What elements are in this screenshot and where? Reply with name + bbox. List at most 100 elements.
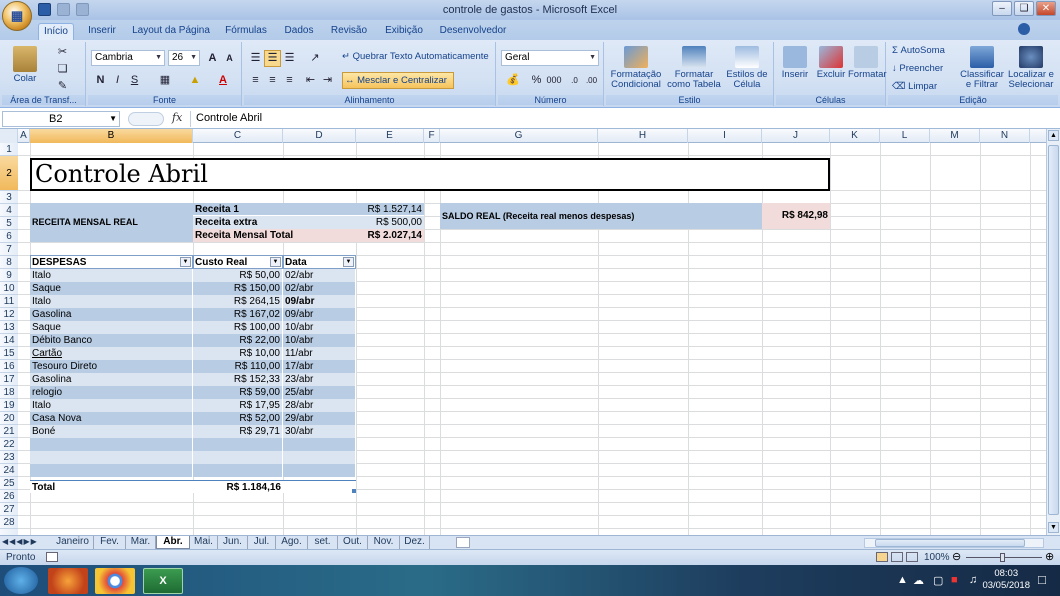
expense-name-cell[interactable]: Gasolina bbox=[30, 373, 193, 386]
borders-icon[interactable]: ▦ bbox=[154, 72, 176, 89]
expense-cost-cell[interactable]: R$ 167,02 bbox=[193, 308, 283, 321]
expense-date-cell[interactable]: 02/abr bbox=[283, 269, 356, 282]
expense-cost-cell[interactable] bbox=[193, 464, 283, 477]
office-button[interactable]: ▦ bbox=[2, 1, 32, 31]
filter-dropdown-icon[interactable]: ▼ bbox=[270, 257, 281, 267]
help-icon[interactable] bbox=[1018, 23, 1030, 35]
display-icon[interactable]: ▢ bbox=[933, 574, 943, 587]
insert-cells-button[interactable]: Inserir bbox=[778, 46, 812, 80]
row-header[interactable]: 25 bbox=[0, 477, 18, 490]
row-header[interactable]: 16 bbox=[0, 360, 18, 373]
expense-cost-cell[interactable]: R$ 17,95 bbox=[193, 399, 283, 412]
row-header[interactable]: 2 bbox=[0, 156, 18, 191]
decrease-decimal-icon[interactable]: .00 bbox=[583, 72, 600, 89]
row-header[interactable]: 10 bbox=[0, 282, 18, 295]
expense-name-cell[interactable]: Tesouro Direto bbox=[30, 360, 193, 373]
normal-view-icon[interactable] bbox=[876, 552, 888, 562]
hscroll-thumb[interactable] bbox=[875, 539, 1025, 547]
expense-date-cell[interactable] bbox=[283, 451, 356, 464]
expense-name-cell[interactable]: Italo bbox=[30, 269, 193, 282]
format-painter-icon[interactable]: ✎ bbox=[54, 78, 71, 95]
expense-cost-cell[interactable] bbox=[193, 451, 283, 464]
row-header[interactable]: 3 bbox=[0, 191, 18, 204]
expense-date-cell[interactable]: 17/abr bbox=[283, 360, 356, 373]
column-header[interactable]: J bbox=[762, 129, 830, 143]
expense-cost-cell[interactable] bbox=[193, 438, 283, 451]
sheet-tab[interactable]: Mai. bbox=[190, 536, 218, 549]
expense-date-cell[interactable]: 09/abr bbox=[283, 308, 356, 321]
expenses-header-name[interactable]: DESPESAS ▼ bbox=[30, 255, 193, 269]
column-header[interactable]: D bbox=[283, 129, 356, 143]
row-header[interactable]: 12 bbox=[0, 308, 18, 321]
expense-cost-cell[interactable]: R$ 150,00 bbox=[193, 282, 283, 295]
scroll-down-icon[interactable]: ▼ bbox=[1048, 522, 1059, 533]
expense-name-cell[interactable]: Débito Banco bbox=[30, 334, 193, 347]
taskbar-clock[interactable]: 08:03 03/05/2018 bbox=[982, 568, 1030, 592]
minimize-button[interactable]: – bbox=[992, 1, 1012, 16]
expense-name-cell[interactable]: Italo bbox=[30, 295, 193, 308]
expense-name-cell[interactable]: relogio bbox=[30, 386, 193, 399]
tab-revisao[interactable]: Revisão bbox=[326, 23, 372, 40]
row-header[interactable]: 8 bbox=[0, 256, 18, 269]
row-header[interactable]: 19 bbox=[0, 399, 18, 412]
number-format-select[interactable]: Geral ▼ bbox=[501, 50, 599, 66]
sheet-tab[interactable]: set. bbox=[308, 536, 338, 549]
tab-inicio[interactable]: Início bbox=[38, 23, 74, 40]
orientation-icon[interactable]: ↗ bbox=[304, 50, 326, 67]
sheet-nav-icon[interactable]: ◀◀◀▶▶ bbox=[2, 537, 38, 546]
shrink-font-icon[interactable]: A bbox=[221, 50, 238, 67]
grow-font-icon[interactable]: A bbox=[204, 50, 221, 67]
increase-decimal-icon[interactable]: .0 bbox=[566, 72, 583, 89]
expense-date-cell[interactable]: 02/abr bbox=[283, 282, 356, 295]
expense-name-cell[interactable] bbox=[30, 464, 193, 477]
row-header[interactable]: 13 bbox=[0, 321, 18, 334]
column-header[interactable]: G bbox=[440, 129, 598, 143]
expenses-header-date[interactable]: Data ▼ bbox=[283, 255, 356, 269]
onedrive-icon[interactable]: ☁ bbox=[913, 574, 924, 587]
volume-icon[interactable]: ♫ bbox=[969, 574, 977, 586]
align-top-icon[interactable]: ☰ bbox=[247, 50, 264, 67]
expense-date-cell[interactable]: 29/abr bbox=[283, 412, 356, 425]
expense-name-cell[interactable]: Cartão bbox=[30, 347, 193, 360]
balance-label-cell[interactable]: SALDO REAL (Receita real menos despesas) bbox=[440, 203, 762, 229]
row-header[interactable]: 24 bbox=[0, 464, 18, 477]
zoom-in-icon[interactable]: ⊕ bbox=[1045, 552, 1054, 563]
balance-value-cell[interactable]: R$ 842,98 bbox=[762, 203, 830, 229]
column-header[interactable]: H bbox=[598, 129, 688, 143]
sheet-tab[interactable]: Out. bbox=[338, 536, 368, 549]
delete-cells-button[interactable]: Excluir bbox=[814, 46, 848, 80]
paste-button[interactable]: Colar bbox=[8, 46, 42, 84]
income-value-cell[interactable]: R$ 1.527,14 bbox=[356, 203, 424, 216]
align-bottom-icon[interactable]: ☰ bbox=[281, 50, 298, 67]
align-right-icon[interactable]: ≡ bbox=[281, 72, 298, 89]
fill-button[interactable]: ↓ Preencher bbox=[892, 64, 943, 74]
row-header[interactable]: 14 bbox=[0, 334, 18, 347]
expense-date-cell[interactable] bbox=[283, 438, 356, 451]
percent-button[interactable]: % bbox=[528, 72, 545, 89]
antivirus-icon[interactable]: ■ bbox=[951, 574, 958, 586]
row-header[interactable]: 4 bbox=[0, 204, 18, 217]
find-select-button[interactable]: Localizar e Selecionar bbox=[1006, 46, 1056, 90]
page-layout-view-icon[interactable] bbox=[891, 552, 903, 562]
underline-button[interactable]: S bbox=[126, 72, 143, 89]
column-header[interactable]: K bbox=[830, 129, 880, 143]
tab-layout[interactable]: Layout da Página bbox=[130, 23, 212, 40]
expense-name-cell[interactable] bbox=[30, 451, 193, 464]
sort-filter-button[interactable]: Classificar e Filtrar bbox=[960, 46, 1004, 90]
column-header[interactable]: E bbox=[356, 129, 424, 143]
expense-name-cell[interactable]: Italo bbox=[30, 399, 193, 412]
thousands-button[interactable]: 000 bbox=[544, 72, 564, 89]
total-date-cell[interactable] bbox=[283, 480, 356, 493]
sheet-tab[interactable]: Janeiro bbox=[52, 536, 94, 549]
close-button[interactable]: ✕ bbox=[1036, 1, 1056, 16]
excel-taskbar-icon[interactable]: X bbox=[143, 568, 183, 594]
expense-cost-cell[interactable]: R$ 22,00 bbox=[193, 334, 283, 347]
currency-icon[interactable]: 💰 bbox=[501, 72, 525, 89]
notifications-icon[interactable]: □ bbox=[1038, 572, 1046, 587]
macro-record-icon[interactable] bbox=[46, 552, 58, 562]
expense-cost-cell[interactable]: R$ 264,15 bbox=[193, 295, 283, 308]
restore-button[interactable]: ❑ bbox=[1014, 1, 1034, 16]
row-header[interactable]: 22 bbox=[0, 438, 18, 451]
name-box[interactable]: B2 ▼ bbox=[2, 111, 120, 127]
horizontal-scrollbar[interactable] bbox=[864, 538, 1044, 548]
